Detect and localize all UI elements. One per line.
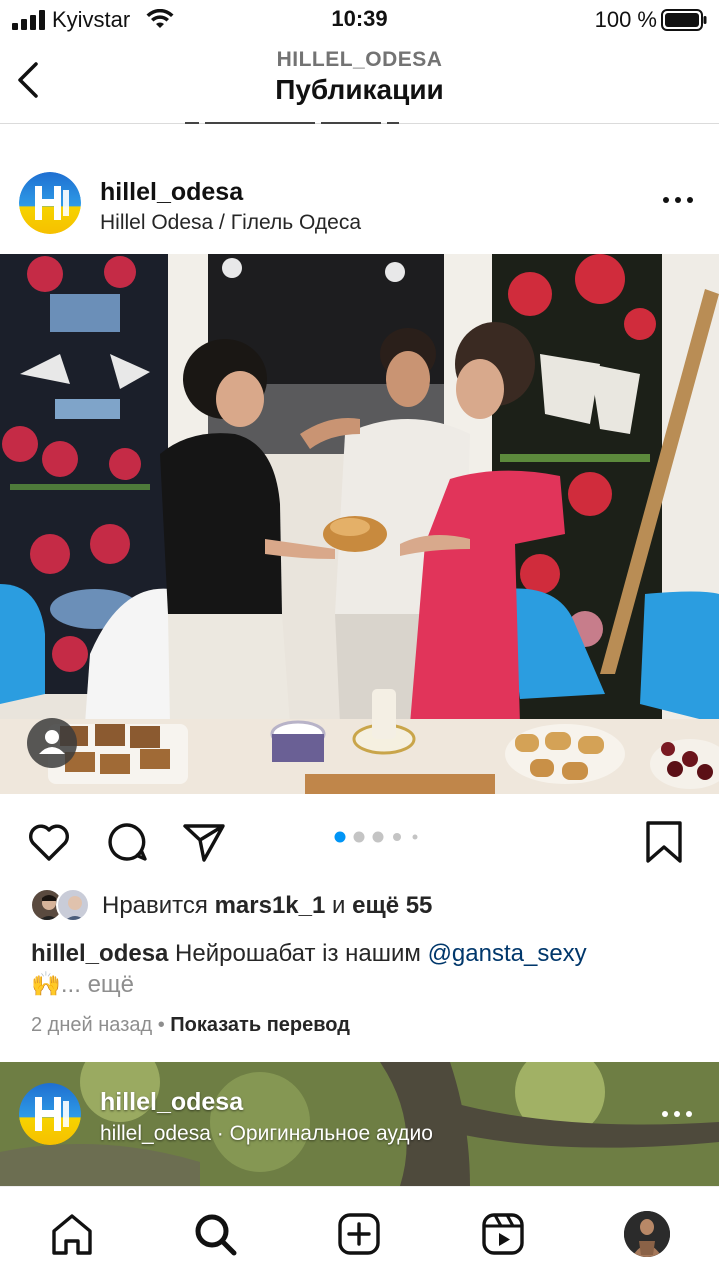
page-title: Публикации: [275, 74, 444, 105]
carousel-indicator: [334, 831, 418, 843]
post-location[interactable]: Hillel Odesa / Гілель Одеса: [100, 211, 361, 235]
liker-avatar: [56, 888, 90, 922]
post-header: hillel_odesa Hillel Odesa / Гілель Одеса: [0, 150, 719, 254]
more-icon[interactable]: [661, 1109, 693, 1119]
post-actions: [0, 794, 719, 884]
likes-prefix: Нравится: [102, 892, 215, 919]
share-icon[interactable]: [180, 818, 228, 866]
meta-separator: •: [152, 1014, 171, 1036]
caption-mention[interactable]: @gansta_sexy: [428, 940, 587, 967]
battery-icon: [661, 9, 707, 31]
profile-avatar[interactable]: [624, 1211, 670, 1257]
likes-row[interactable]: Нравится mars1k_1 и ещё 55: [0, 886, 719, 926]
post-photo[interactable]: [0, 254, 719, 794]
post-username[interactable]: hillel_odesa: [100, 178, 243, 207]
reels-icon[interactable]: [480, 1211, 526, 1257]
user-tag-icon: [39, 730, 65, 754]
translate-button[interactable]: Показать перевод: [170, 1014, 350, 1036]
create-icon[interactable]: [336, 1211, 382, 1257]
likes-count[interactable]: ещё 55: [352, 892, 432, 919]
comment-icon[interactable]: [103, 818, 151, 866]
post-caption: hillel_odesa Нейрошабат із нашим @gansta…: [31, 938, 691, 1000]
liker-username[interactable]: mars1k_1: [215, 892, 326, 919]
caption-username[interactable]: hillel_odesa: [31, 940, 168, 967]
post-avatar[interactable]: [19, 172, 81, 234]
account-name: HILLEL_ODESA: [276, 48, 443, 71]
next-post-audio[interactable]: hillel_odesa · Оригинальное аудио: [100, 1122, 433, 1146]
likes-text[interactable]: Нравится mars1k_1 и ещё 55: [102, 892, 432, 920]
user-tag-button[interactable]: [27, 718, 77, 768]
heart-icon[interactable]: [25, 818, 73, 866]
caption-text: Нейрошабат із нашим: [168, 940, 428, 967]
battery-percent: 100 %: [594, 7, 657, 32]
status-bar: Kyivstar 10:39 100 %: [0, 0, 719, 40]
caption-more-link[interactable]: ... ещё: [61, 971, 134, 998]
next-post-preview[interactable]: hillel_odesa hillel_odesa · Оригинальное…: [0, 1062, 719, 1186]
home-icon[interactable]: [49, 1211, 95, 1257]
bookmark-icon[interactable]: [640, 818, 688, 866]
caption-emoji: 🙌: [31, 971, 61, 998]
bottom-nav: [0, 1186, 719, 1280]
next-post-username[interactable]: hillel_odesa: [100, 1088, 243, 1117]
scrolled-text-remnant: [185, 112, 485, 124]
post-timestamp: 2 дней назад: [31, 1014, 153, 1036]
more-icon[interactable]: [661, 194, 695, 206]
post-meta: 2 дней назад • Показать перевод: [31, 1014, 350, 1037]
search-icon[interactable]: [192, 1211, 238, 1257]
next-post-avatar[interactable]: [19, 1083, 81, 1145]
likes-conjunction: и: [325, 892, 353, 919]
